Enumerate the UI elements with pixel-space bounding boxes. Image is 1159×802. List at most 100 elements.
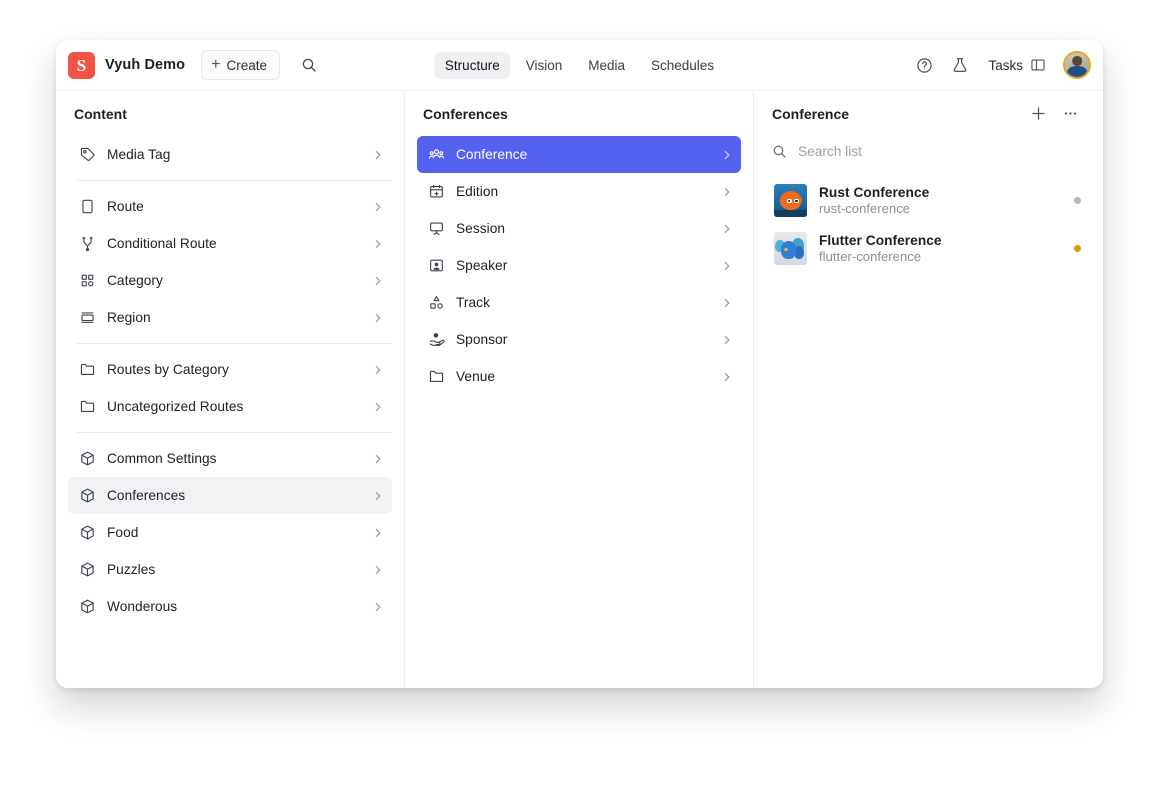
chevron-right-icon <box>372 201 384 213</box>
chevron-right-icon <box>721 186 733 198</box>
presentation-icon <box>427 220 445 238</box>
chevron-right-icon <box>372 238 384 250</box>
list-item[interactable]: Flutter Conference flutter-conference <box>766 224 1091 272</box>
group-item-edition[interactable]: Edition <box>417 173 741 210</box>
group-item-conference[interactable]: Conference <box>417 136 741 173</box>
flask-icon <box>951 56 969 74</box>
document-text: Rust Conference rust-conference <box>819 185 929 216</box>
cube-icon <box>78 487 96 505</box>
group-item-sponsor[interactable]: Sponsor <box>417 321 741 358</box>
workspace-title: Vyuh Demo <box>105 57 185 73</box>
plus-icon <box>1030 105 1047 122</box>
people-icon <box>427 146 445 164</box>
chevron-right-icon <box>372 490 384 502</box>
folder-icon <box>78 398 96 416</box>
add-document-button[interactable] <box>1023 99 1053 129</box>
document-subtitle: flutter-conference <box>819 249 942 264</box>
speaker-portrait-icon <box>427 257 445 275</box>
folder-icon <box>78 361 96 379</box>
sidebar-item-route[interactable]: Route <box>68 188 392 225</box>
sidebar-item-label: Route <box>107 199 361 214</box>
chevron-right-icon <box>721 223 733 235</box>
sidebar-item-conferences[interactable]: Conferences <box>68 477 392 514</box>
avatar-head <box>1072 56 1082 66</box>
group-item-label: Speaker <box>456 258 710 273</box>
hand-coin-icon <box>427 331 445 349</box>
list-item[interactable]: Rust Conference rust-conference <box>766 176 1091 224</box>
conferences-pane-body: Conference <box>405 136 753 688</box>
sidebar-item-media-tag[interactable]: Media Tag <box>68 136 392 173</box>
document-text: Flutter Conference flutter-conference <box>819 233 942 264</box>
global-search-button[interactable] <box>294 50 324 80</box>
top-navigation-bar: S Vyuh Demo + Create Structure Vision Me… <box>56 40 1103 91</box>
sidebar-item-region[interactable]: Region <box>68 299 392 336</box>
tag-icon <box>78 146 96 164</box>
content-divider-3 <box>76 432 392 433</box>
tab-schedules[interactable]: Schedules <box>640 52 725 79</box>
chevron-right-icon <box>372 364 384 376</box>
conferences-pane: Conferences <box>405 91 754 688</box>
chevron-right-icon <box>721 371 733 383</box>
conferences-pane-title: Conferences <box>423 106 508 122</box>
sidebar-item-routes-by-category[interactable]: Routes by Category <box>68 351 392 388</box>
help-button[interactable] <box>909 50 939 80</box>
user-avatar[interactable] <box>1063 51 1091 79</box>
flutter-dash-thumbnail <box>774 232 807 265</box>
tab-structure[interactable]: Structure <box>434 52 511 79</box>
chevron-right-icon <box>372 453 384 465</box>
content-pane: Content Media Tag <box>56 91 405 688</box>
group-item-label: Track <box>456 295 710 310</box>
cube-icon <box>78 524 96 542</box>
thumbnail-pupil-right <box>795 200 797 202</box>
sidebar-item-food[interactable]: Food <box>68 514 392 551</box>
sidebar-item-label: Uncategorized Routes <box>107 399 361 414</box>
avatar-body <box>1067 66 1087 79</box>
group-item-label: Conference <box>456 147 710 162</box>
chevron-right-icon <box>372 527 384 539</box>
group-item-session[interactable]: Session <box>417 210 741 247</box>
sidebar-item-wonderous[interactable]: Wonderous <box>68 588 392 625</box>
plus-icon: + <box>211 57 220 73</box>
content-pane-title: Content <box>74 106 127 122</box>
search-list-field[interactable] <box>772 136 1085 166</box>
brand[interactable]: S Vyuh Demo <box>68 52 185 79</box>
sidebar-item-label: Media Tag <box>107 147 361 162</box>
group-item-label: Edition <box>456 184 710 199</box>
document-subtitle: rust-conference <box>819 201 929 216</box>
document-list-pane: Conference <box>754 91 1103 688</box>
group-item-venue[interactable]: Venue <box>417 358 741 395</box>
chevron-right-icon <box>372 601 384 613</box>
sidebar-item-category[interactable]: Category <box>68 262 392 299</box>
sidebar-item-common-settings[interactable]: Common Settings <box>68 440 392 477</box>
sidebar-item-puzzles[interactable]: Puzzles <box>68 551 392 588</box>
chevron-right-icon <box>721 149 733 161</box>
content-group-3: Routes by Category Uncategorized Routes <box>56 351 404 425</box>
more-options-button[interactable] <box>1055 99 1085 129</box>
create-button[interactable]: + Create <box>201 50 280 80</box>
rust-ferris-thumbnail <box>774 184 807 217</box>
content-group-2: Route <box>56 188 404 336</box>
thumbnail-seafloor <box>774 210 807 217</box>
chevron-right-icon <box>372 312 384 324</box>
grid-icon <box>78 272 96 290</box>
sidebar-item-conditional-route[interactable]: Conditional Route <box>68 225 392 262</box>
sidebar-item-label: Common Settings <box>107 451 361 466</box>
cube-icon <box>78 598 96 616</box>
panes-container: Content Media Tag <box>56 91 1103 688</box>
status-badge <box>1074 197 1081 204</box>
search-input[interactable] <box>798 144 1085 159</box>
sidebar-item-label: Routes by Category <box>107 362 361 377</box>
group-item-speaker[interactable]: Speaker <box>417 247 741 284</box>
document-list-header: Conference <box>754 91 1103 136</box>
vision-lab-button[interactable] <box>945 50 975 80</box>
tasks-button[interactable]: Tasks <box>981 50 1053 80</box>
tab-vision[interactable]: Vision <box>515 52 574 79</box>
group-item-label: Sponsor <box>456 332 710 347</box>
document-list-body: Rust Conference rust-conference <box>754 136 1103 688</box>
document-list-actions <box>1023 99 1085 129</box>
sidebar-item-uncategorized-routes[interactable]: Uncategorized Routes <box>68 388 392 425</box>
group-item-track[interactable]: Track <box>417 284 741 321</box>
create-button-label: Create <box>226 58 267 73</box>
sidebar-item-label: Food <box>107 525 361 540</box>
tab-media[interactable]: Media <box>577 52 636 79</box>
